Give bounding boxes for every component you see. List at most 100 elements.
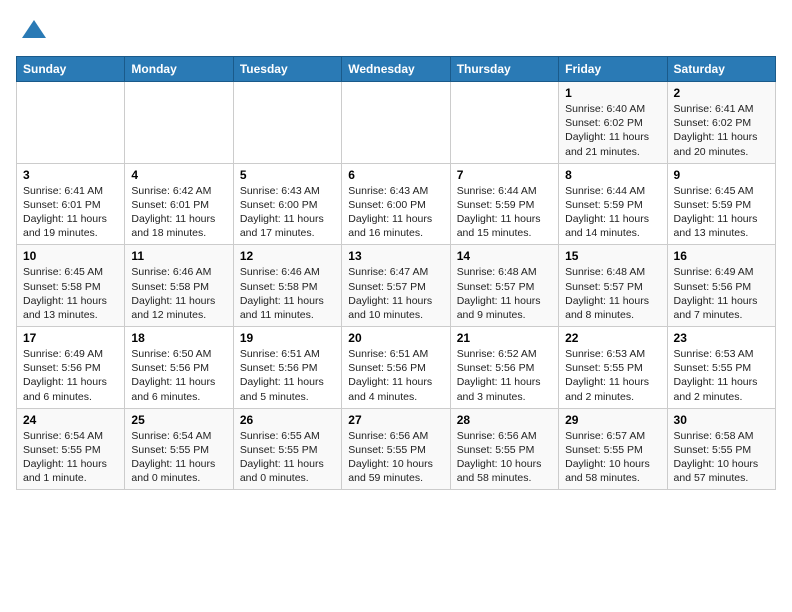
day-info: Sunrise: 6:49 AMSunset: 5:56 PMDaylight:… (23, 347, 118, 404)
calendar-cell (233, 82, 341, 164)
day-number: 30 (674, 413, 769, 427)
day-info: Sunrise: 6:41 AMSunset: 6:02 PMDaylight:… (674, 102, 769, 159)
calendar-cell: 25 Sunrise: 6:54 AMSunset: 5:55 PMDayligh… (125, 408, 233, 490)
week-row-2: 3 Sunrise: 6:41 AMSunset: 6:01 PMDaylight… (17, 163, 776, 245)
calendar-cell: 4 Sunrise: 6:42 AMSunset: 6:01 PMDaylight… (125, 163, 233, 245)
day-info: Sunrise: 6:58 AMSunset: 5:55 PMDaylight:… (674, 429, 769, 486)
calendar-cell: 30 Sunrise: 6:58 AMSunset: 5:55 PMDayligh… (667, 408, 775, 490)
calendar-cell: 5 Sunrise: 6:43 AMSunset: 6:00 PMDaylight… (233, 163, 341, 245)
day-info: Sunrise: 6:41 AMSunset: 6:01 PMDaylight:… (23, 184, 118, 241)
week-row-4: 17 Sunrise: 6:49 AMSunset: 5:56 PMDayligh… (17, 327, 776, 409)
day-info: Sunrise: 6:48 AMSunset: 5:57 PMDaylight:… (457, 265, 552, 322)
day-info: Sunrise: 6:44 AMSunset: 5:59 PMDaylight:… (457, 184, 552, 241)
day-info: Sunrise: 6:43 AMSunset: 6:00 PMDaylight:… (348, 184, 443, 241)
day-number: 25 (131, 413, 226, 427)
weekday-header-thursday: Thursday (450, 57, 558, 82)
calendar-cell: 27Sunrise: 6:56 AMSunset: 5:55 PMDayligh… (342, 408, 450, 490)
day-info: Sunrise: 6:46 AMSunset: 5:58 PMDaylight:… (240, 265, 335, 322)
day-number: 2 (674, 86, 769, 100)
day-info: Sunrise: 6:56 AMSunset: 5:55 PMDaylight:… (457, 429, 552, 486)
day-number: 7 (457, 168, 552, 182)
day-number: 19 (240, 331, 335, 345)
day-number: 18 (131, 331, 226, 345)
day-info: Sunrise: 6:48 AMSunset: 5:57 PMDaylight:… (565, 265, 660, 322)
day-info: Sunrise: 6:42 AMSunset: 6:01 PMDaylight:… (131, 184, 226, 241)
day-number: 15 (565, 249, 660, 263)
calendar-cell: 10 Sunrise: 6:45 AMSunset: 5:58 PMDayligh… (17, 245, 125, 327)
day-info: Sunrise: 6:50 AMSunset: 5:56 PMDaylight:… (131, 347, 226, 404)
day-number: 20 (348, 331, 443, 345)
day-number: 14 (457, 249, 552, 263)
day-info: Sunrise: 6:46 AMSunset: 5:58 PMDaylight:… (131, 265, 226, 322)
weekday-header-tuesday: Tuesday (233, 57, 341, 82)
calendar-cell: 29 Sunrise: 6:57 AMSunset: 5:55 PMDayligh… (559, 408, 667, 490)
day-info: Sunrise: 6:45 AMSunset: 5:58 PMDaylight:… (23, 265, 118, 322)
calendar-cell: 22 Sunrise: 6:53 AMSunset: 5:55 PMDayligh… (559, 327, 667, 409)
calendar-cell (342, 82, 450, 164)
calendar-cell: 16Sunrise: 6:49 AMSunset: 5:56 PMDayligh… (667, 245, 775, 327)
day-number: 3 (23, 168, 118, 182)
day-number: 23 (674, 331, 769, 345)
page-header (16, 16, 776, 44)
day-info: Sunrise: 6:47 AMSunset: 5:57 PMDaylight:… (348, 265, 443, 322)
day-number: 10 (23, 249, 118, 263)
day-number: 24 (23, 413, 118, 427)
calendar-cell: 14 Sunrise: 6:48 AMSunset: 5:57 PMDayligh… (450, 245, 558, 327)
day-info: Sunrise: 6:43 AMSunset: 6:00 PMDaylight:… (240, 184, 335, 241)
day-info: Sunrise: 6:57 AMSunset: 5:55 PMDaylight:… (565, 429, 660, 486)
day-info: Sunrise: 6:51 AMSunset: 5:56 PMDaylight:… (348, 347, 443, 404)
day-number: 12 (240, 249, 335, 263)
calendar-cell: 23 Sunrise: 6:53 AMSunset: 5:55 PMDayligh… (667, 327, 775, 409)
week-row-5: 24 Sunrise: 6:54 AMSunset: 5:55 PMDayligh… (17, 408, 776, 490)
calendar-cell (125, 82, 233, 164)
calendar-cell: 8Sunrise: 6:44 AMSunset: 5:59 PMDaylight… (559, 163, 667, 245)
day-info: Sunrise: 6:53 AMSunset: 5:55 PMDaylight:… (674, 347, 769, 404)
calendar-table: SundayMondayTuesdayWednesdayThursdayFrid… (16, 56, 776, 490)
day-number: 22 (565, 331, 660, 345)
day-info: Sunrise: 6:52 AMSunset: 5:56 PMDaylight:… (457, 347, 552, 404)
day-number: 8 (565, 168, 660, 182)
weekday-header-saturday: Saturday (667, 57, 775, 82)
week-row-1: 1Sunrise: 6:40 AMSunset: 6:02 PMDaylight… (17, 82, 776, 164)
day-info: Sunrise: 6:54 AMSunset: 5:55 PMDaylight:… (131, 429, 226, 486)
calendar-cell: 12 Sunrise: 6:46 AMSunset: 5:58 PMDayligh… (233, 245, 341, 327)
weekday-header-friday: Friday (559, 57, 667, 82)
day-number: 4 (131, 168, 226, 182)
day-info: Sunrise: 6:40 AMSunset: 6:02 PMDaylight:… (565, 102, 660, 159)
day-number: 5 (240, 168, 335, 182)
day-number: 17 (23, 331, 118, 345)
calendar-cell: 9 Sunrise: 6:45 AMSunset: 5:59 PMDaylight… (667, 163, 775, 245)
calendar-cell: 11 Sunrise: 6:46 AMSunset: 5:58 PMDayligh… (125, 245, 233, 327)
week-row-3: 10 Sunrise: 6:45 AMSunset: 5:58 PMDayligh… (17, 245, 776, 327)
day-info: Sunrise: 6:55 AMSunset: 5:55 PMDaylight:… (240, 429, 335, 486)
logo-icon (20, 16, 48, 44)
day-number: 29 (565, 413, 660, 427)
calendar-cell: 2 Sunrise: 6:41 AMSunset: 6:02 PMDaylight… (667, 82, 775, 164)
weekday-header-wednesday: Wednesday (342, 57, 450, 82)
day-info: Sunrise: 6:53 AMSunset: 5:55 PMDaylight:… (565, 347, 660, 404)
weekday-header-monday: Monday (125, 57, 233, 82)
calendar-cell: 7 Sunrise: 6:44 AMSunset: 5:59 PMDaylight… (450, 163, 558, 245)
calendar-cell: 13 Sunrise: 6:47 AMSunset: 5:57 PMDayligh… (342, 245, 450, 327)
calendar-cell: 20 Sunrise: 6:51 AMSunset: 5:56 PMDayligh… (342, 327, 450, 409)
day-info: Sunrise: 6:45 AMSunset: 5:59 PMDaylight:… (674, 184, 769, 241)
calendar-cell (450, 82, 558, 164)
day-info: Sunrise: 6:51 AMSunset: 5:56 PMDaylight:… (240, 347, 335, 404)
day-number: 11 (131, 249, 226, 263)
day-number: 26 (240, 413, 335, 427)
calendar-cell: 24 Sunrise: 6:54 AMSunset: 5:55 PMDayligh… (17, 408, 125, 490)
day-number: 21 (457, 331, 552, 345)
calendar-cell: 21 Sunrise: 6:52 AMSunset: 5:56 PMDayligh… (450, 327, 558, 409)
day-info: Sunrise: 6:54 AMSunset: 5:55 PMDaylight:… (23, 429, 118, 486)
day-number: 13 (348, 249, 443, 263)
logo (16, 16, 48, 44)
calendar-cell: 19 Sunrise: 6:51 AMSunset: 5:56 PMDayligh… (233, 327, 341, 409)
weekday-header-row: SundayMondayTuesdayWednesdayThursdayFrid… (17, 57, 776, 82)
day-number: 9 (674, 168, 769, 182)
day-number: 28 (457, 413, 552, 427)
calendar-cell: 18 Sunrise: 6:50 AMSunset: 5:56 PMDayligh… (125, 327, 233, 409)
calendar-cell: 6Sunrise: 6:43 AMSunset: 6:00 PMDaylight… (342, 163, 450, 245)
calendar-cell: 3 Sunrise: 6:41 AMSunset: 6:01 PMDaylight… (17, 163, 125, 245)
calendar-cell: 17 Sunrise: 6:49 AMSunset: 5:56 PMDayligh… (17, 327, 125, 409)
day-info: Sunrise: 6:56 AMSunset: 5:55 PMDaylight:… (348, 429, 443, 486)
